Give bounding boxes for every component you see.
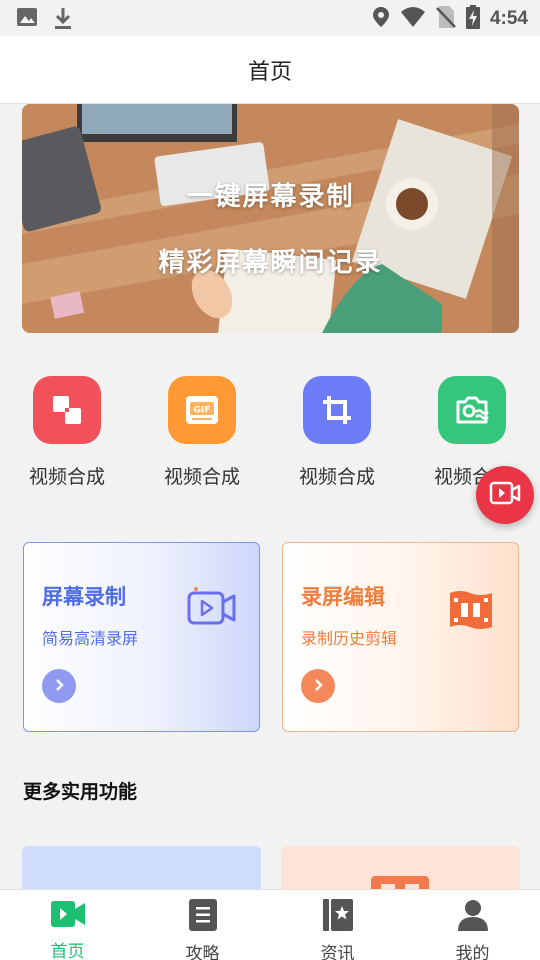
- gif-icon: GIF: [168, 376, 236, 444]
- camera-wave-icon: [438, 376, 506, 444]
- tool-label: 视频合成: [298, 466, 375, 488]
- bottom-nav: 首页 攻略 资讯 我的: [0, 889, 540, 960]
- banner-photo: [22, 104, 519, 333]
- person-icon: [456, 898, 490, 936]
- film-strip-icon: [446, 587, 496, 639]
- tool-video-merge-2[interactable]: GIF 视频合成: [142, 376, 262, 489]
- tool-video-merge-3[interactable]: 视频合成: [277, 376, 397, 489]
- nav-label: 首页: [50, 942, 85, 960]
- crop-icon: [303, 376, 371, 444]
- tool-label: 视频合成: [163, 466, 240, 488]
- banner-subheadline: 精彩屏幕瞬间记录: [158, 248, 383, 278]
- video-record-icon: [187, 587, 237, 633]
- location-icon: [372, 6, 390, 32]
- download-icon: [52, 6, 74, 34]
- battery-charging-icon: [465, 5, 480, 33]
- nav-label: 我的: [455, 944, 490, 960]
- book-star-icon: [321, 898, 355, 936]
- tool-label: 视频合成: [28, 466, 105, 488]
- banner[interactable]: 一键屏幕录制 精彩屏幕瞬间记录: [22, 104, 519, 333]
- screen-record-card[interactable]: 屏幕录制 简易高清录屏: [23, 542, 260, 732]
- status-bar: 4:54: [0, 0, 540, 36]
- video-play-icon: [49, 898, 87, 934]
- card-title: 录屏编辑: [301, 585, 385, 609]
- split-squares-icon: [33, 376, 101, 444]
- floating-record-button[interactable]: [476, 466, 534, 524]
- card-arrow-button[interactable]: [301, 669, 335, 703]
- nav-label: 资讯: [320, 944, 355, 960]
- status-time: 4:54: [489, 8, 528, 29]
- more-section-title: 更多实用功能: [23, 781, 138, 803]
- svg-text:GIF: GIF: [194, 406, 211, 416]
- image-icon: [16, 6, 38, 34]
- nav-profile[interactable]: 我的: [405, 890, 540, 960]
- card-subtitle: 录制历史剪辑: [301, 629, 398, 648]
- nav-home[interactable]: 首页: [0, 890, 135, 960]
- record-edit-card[interactable]: 录屏编辑 录制历史剪辑: [282, 542, 519, 732]
- page-title: 首页: [247, 59, 292, 85]
- video-camera-icon: [489, 480, 521, 510]
- document-icon: [187, 898, 219, 936]
- nav-guide[interactable]: 攻略: [135, 890, 270, 960]
- nav-news[interactable]: 资讯: [270, 890, 405, 960]
- tool-video-merge-1[interactable]: 视频合成: [7, 376, 127, 489]
- no-sim-icon: [436, 5, 456, 33]
- banner-headline: 一键屏幕录制: [186, 182, 355, 212]
- chevron-right-icon: [52, 677, 66, 696]
- nav-label: 攻略: [185, 944, 220, 960]
- card-arrow-button[interactable]: [42, 669, 76, 703]
- card-title: 屏幕录制: [42, 585, 126, 609]
- card-subtitle: 简易高清录屏: [42, 629, 139, 648]
- wifi-icon: [400, 6, 426, 32]
- app-bar: 首页: [0, 36, 540, 104]
- chevron-right-icon: [311, 677, 325, 696]
